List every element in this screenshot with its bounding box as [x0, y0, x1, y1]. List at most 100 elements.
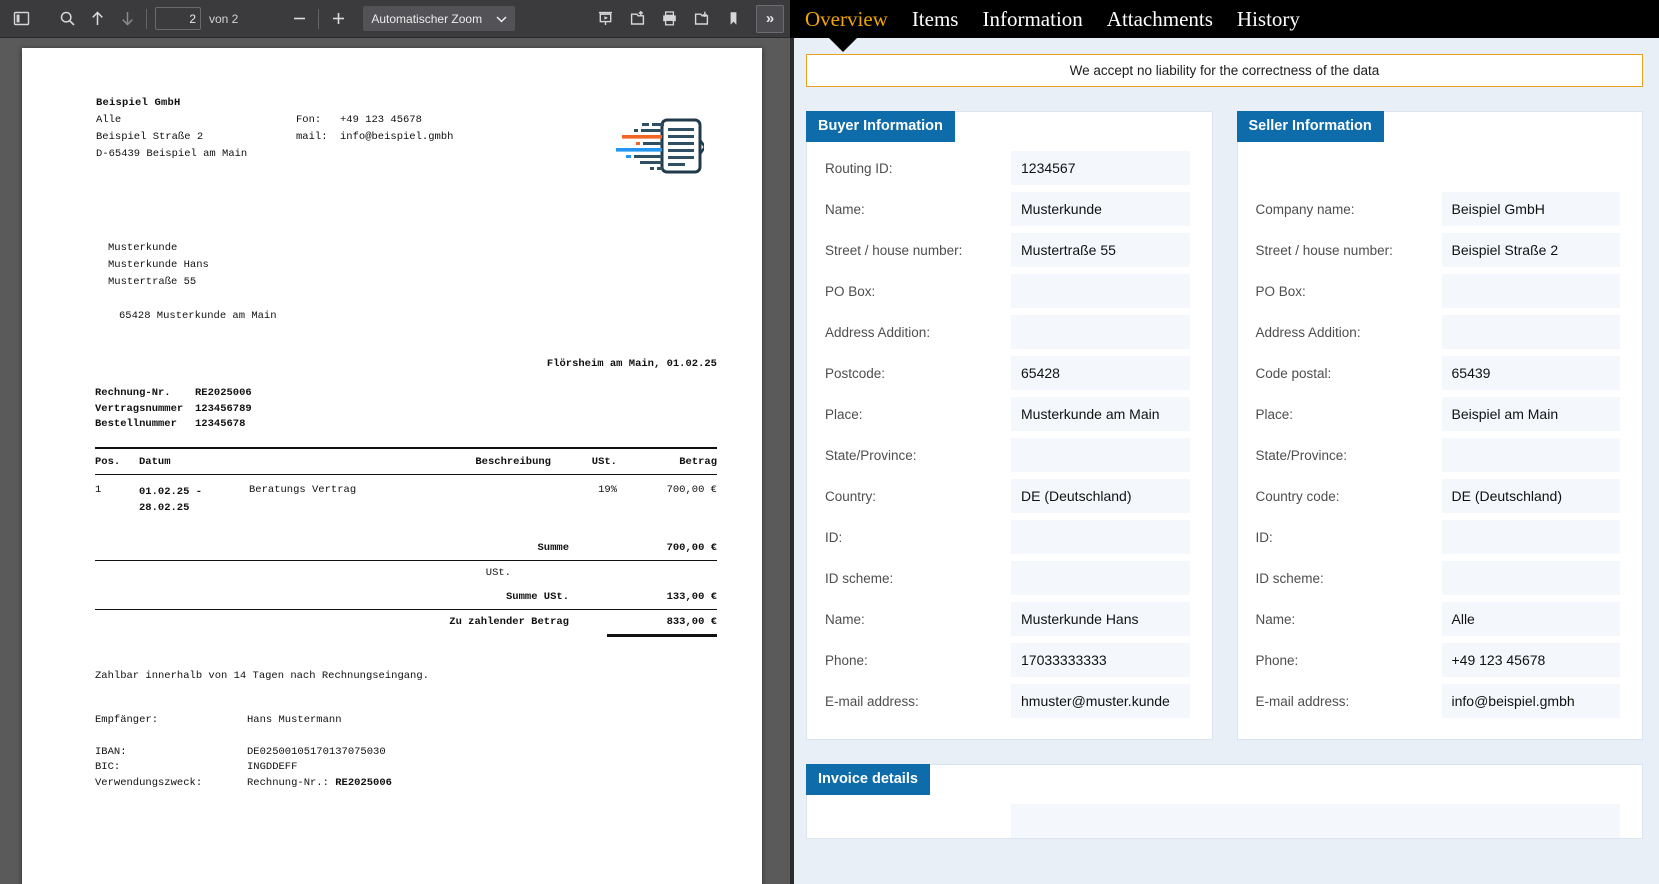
next-page-icon[interactable]: [112, 5, 142, 33]
seller-field-contact-name: Name: Alle: [1238, 602, 1643, 636]
invoice-place-date: Flörsheim am Main, 01.02.25: [546, 358, 717, 370]
summary-row-subtotal: Summe 700,00 €: [95, 536, 717, 560]
previous-page-icon[interactable]: [82, 5, 112, 33]
field-value[interactable]: [1441, 561, 1620, 595]
invoice-details-first-row: [807, 804, 1642, 838]
field-value[interactable]: Beispiel GmbH: [1441, 192, 1620, 226]
cell-description: Beratungs Vertrag: [249, 484, 357, 496]
tab-overview[interactable]: Overview: [803, 8, 890, 30]
sender-company: Beispiel GmbH: [96, 97, 181, 109]
field-label: Name:: [825, 201, 865, 217]
field-value[interactable]: Mustertraße 55: [1011, 233, 1190, 267]
field-label: PO Box:: [825, 283, 876, 299]
field-value[interactable]: [1011, 561, 1190, 595]
field-value[interactable]: info@beispiel.gmbh: [1441, 684, 1620, 718]
field-value[interactable]: [1441, 274, 1620, 308]
presentation-mode-icon[interactable]: [590, 5, 620, 33]
pdf-viewer-pane: von 2 Automatischer Zoom: [0, 0, 790, 884]
field-value[interactable]: Beispiel Straße 2: [1441, 233, 1620, 267]
field-value[interactable]: [1011, 804, 1620, 838]
bookmark-icon[interactable]: [718, 5, 748, 33]
field-value[interactable]: Beispiel am Main: [1441, 397, 1620, 431]
field-value[interactable]: +49 123 45678: [1441, 643, 1620, 677]
pdf-toolbar: von 2 Automatischer Zoom: [0, 0, 790, 38]
field-label: Name:: [1255, 611, 1296, 627]
field-value: [1442, 151, 1621, 185]
field-value[interactable]: [1011, 438, 1190, 472]
column-header-amount: Betrag: [679, 456, 717, 468]
buyer-field-email: E-mail address: hmuster@muster.kunde: [807, 684, 1212, 718]
field-value[interactable]: [1441, 520, 1620, 554]
purpose-prefix: Rechnung-Nr.:: [247, 776, 329, 789]
search-icon[interactable]: [52, 5, 82, 33]
seller-field-place: Place: Beispiel am Main: [1238, 397, 1643, 431]
field-label: Code postal:: [1255, 365, 1332, 381]
field-value[interactable]: [1441, 438, 1620, 472]
field-value[interactable]: Musterkunde am Main: [1011, 397, 1190, 431]
field-value[interactable]: 17033333333: [1011, 643, 1190, 677]
field-value[interactable]: 1234567: [1011, 151, 1190, 185]
seller-information-card: Seller Information Company name: Beispie…: [1236, 111, 1643, 740]
column-header-date: Datum: [139, 456, 171, 468]
table-header-row: Pos. Datum Beschreibung USt. Betrag: [95, 449, 717, 474]
zoom-out-icon[interactable]: [284, 5, 314, 33]
field-label: Place:: [1255, 406, 1294, 422]
pane-divider: [790, 0, 794, 884]
buyer-field-address-addition: Address Addition:: [807, 315, 1212, 349]
field-value[interactable]: 65439: [1441, 356, 1620, 390]
field-value[interactable]: 65428: [1011, 356, 1190, 390]
sidebar-toggle-icon[interactable]: [6, 5, 36, 33]
field-value[interactable]: hmuster@muster.kunde: [1011, 684, 1190, 718]
tab-attachments[interactable]: Attachments: [1105, 8, 1215, 30]
tab-bar: Overview Items Information Attachments H…: [790, 0, 1659, 52]
seller-field-company-name: Company name: Beispiel GmbH: [1238, 192, 1643, 226]
field-value[interactable]: [1011, 274, 1190, 308]
cell-ust: 19%: [598, 484, 617, 496]
field-value[interactable]: [1011, 315, 1190, 349]
recipient-line-3: Mustertraße 55: [108, 276, 197, 288]
sender-line-3: D-65439 Beispiel am Main: [96, 148, 248, 160]
tab-information[interactable]: Information: [980, 8, 1084, 30]
liability-notice-banner: We accept no liability for the correctne…: [806, 54, 1643, 87]
summary-row-ust-label: USt.: [95, 561, 717, 585]
field-label: Country code:: [1255, 488, 1340, 504]
purpose-invoice-number: RE2025006: [335, 776, 392, 789]
invoice-line-item-table: Pos. Datum Beschreibung USt. Betrag 1 01…: [95, 447, 717, 637]
zoom-in-icon[interactable]: [323, 5, 353, 33]
field-value[interactable]: DE (Deutschland): [1441, 479, 1620, 513]
field-label: Phone:: [825, 652, 868, 668]
page-total-label: von 2: [209, 11, 239, 26]
buyer-card-title: Buyer Information: [806, 111, 955, 142]
field-value[interactable]: [1011, 520, 1190, 554]
bic-value: INGDDEFF: [247, 761, 298, 773]
save-file-icon[interactable]: [686, 5, 716, 33]
invoice-details-title: Invoice details: [806, 764, 930, 795]
field-label: Name:: [825, 611, 865, 627]
field-value[interactable]: [1441, 315, 1620, 349]
sender-line-2: Beispiel Straße 2: [96, 131, 204, 143]
field-label: Routing ID:: [825, 160, 893, 176]
purpose-value: Rechnung-Nr.: RE2025006: [247, 776, 392, 792]
sender-mail-value: info@beispiel.gmbh: [340, 131, 454, 143]
pdf-toolbar-right-group: »: [590, 4, 784, 33]
print-icon[interactable]: [654, 5, 684, 33]
field-value[interactable]: DE (Deutschland): [1011, 479, 1190, 513]
pdf-scroll-area[interactable]: Beispiel GmbH Alle Fon: +49 123 45678 Be…: [0, 38, 790, 884]
tab-history[interactable]: History: [1235, 8, 1302, 30]
more-tools-button[interactable]: »: [756, 4, 784, 33]
ref-label-0: Rechnung-Nr.: [95, 387, 171, 399]
field-value[interactable]: Musterkunde: [1011, 192, 1190, 226]
field-label: ID:: [825, 529, 843, 545]
open-file-icon[interactable]: [622, 5, 652, 33]
summary-value-ust-total: 133,00 €: [666, 591, 717, 603]
summary-label-ust-total: Summe USt.: [505, 591, 569, 603]
tab-items[interactable]: Items: [910, 8, 961, 30]
field-value[interactable]: Musterkunde Hans: [1011, 602, 1190, 636]
buyer-field-id-scheme: ID scheme:: [807, 561, 1212, 595]
page-number-input[interactable]: [155, 7, 201, 30]
ref-value-1: 123456789: [195, 402, 252, 415]
application-window: von 2 Automatischer Zoom: [0, 0, 1659, 884]
seller-field-id: ID:: [1238, 520, 1643, 554]
field-value[interactable]: Alle: [1441, 602, 1620, 636]
zoom-level-select[interactable]: Automatischer Zoom: [363, 6, 516, 31]
